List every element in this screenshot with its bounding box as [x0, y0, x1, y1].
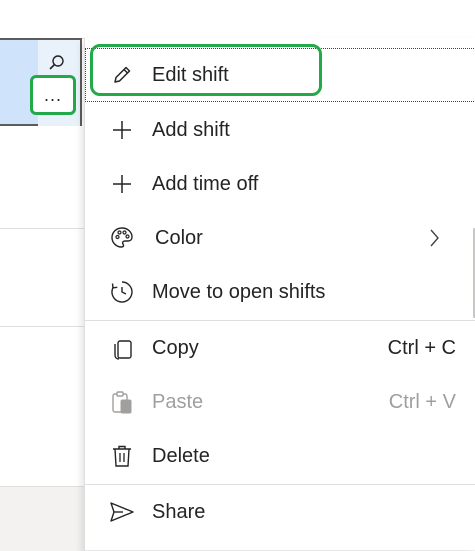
menu-item-shortcut: Ctrl + C — [387, 336, 456, 359]
menu-item-color[interactable]: Color — [85, 211, 475, 265]
send-icon — [109, 499, 135, 525]
menu-item-label: Color — [155, 226, 203, 249]
grid-footer — [0, 486, 86, 551]
menu-item-label: Delete — [152, 444, 210, 467]
grid-line — [0, 326, 88, 327]
menu-item-paste[interactable]: Paste Ctrl + V — [85, 375, 475, 429]
menu-item-label: Share — [152, 500, 206, 523]
menu-item-label: Move to open shifts — [152, 280, 326, 303]
menu-item-add-time-off[interactable]: Add time off — [85, 157, 475, 211]
plus-icon — [109, 171, 135, 197]
menu-item-label: Add shift — [152, 118, 230, 141]
paste-icon — [109, 389, 135, 415]
menu-item-delete[interactable]: Delete — [85, 429, 475, 483]
more-options-button[interactable]: ... — [30, 75, 76, 115]
clock-icon — [109, 279, 135, 305]
context-menu: Edit shift Add shift Add time off Color … — [84, 38, 475, 550]
menu-item-add-shift[interactable]: Add shift — [85, 103, 475, 157]
palette-icon — [109, 225, 135, 251]
menu-item-label: Add time off — [152, 172, 259, 195]
menu-item-move-to-open-shifts[interactable]: Move to open shifts — [85, 265, 475, 319]
edit-shift-highlight — [90, 44, 322, 96]
more-options-label: ... — [43, 84, 62, 105]
grid-line — [0, 228, 88, 229]
plus-icon — [109, 117, 135, 143]
menu-item-shortcut: Ctrl + V — [388, 390, 456, 413]
menu-item-share[interactable]: Share — [85, 485, 475, 539]
search-icon[interactable] — [48, 54, 66, 72]
chevron-right-icon — [421, 225, 447, 251]
menu-item-label: Paste — [152, 390, 204, 413]
menu-item-label: Copy — [152, 336, 199, 359]
copy-icon — [109, 335, 135, 361]
menu-item-copy[interactable]: Copy Ctrl + C — [85, 321, 475, 375]
trash-icon — [109, 443, 135, 469]
